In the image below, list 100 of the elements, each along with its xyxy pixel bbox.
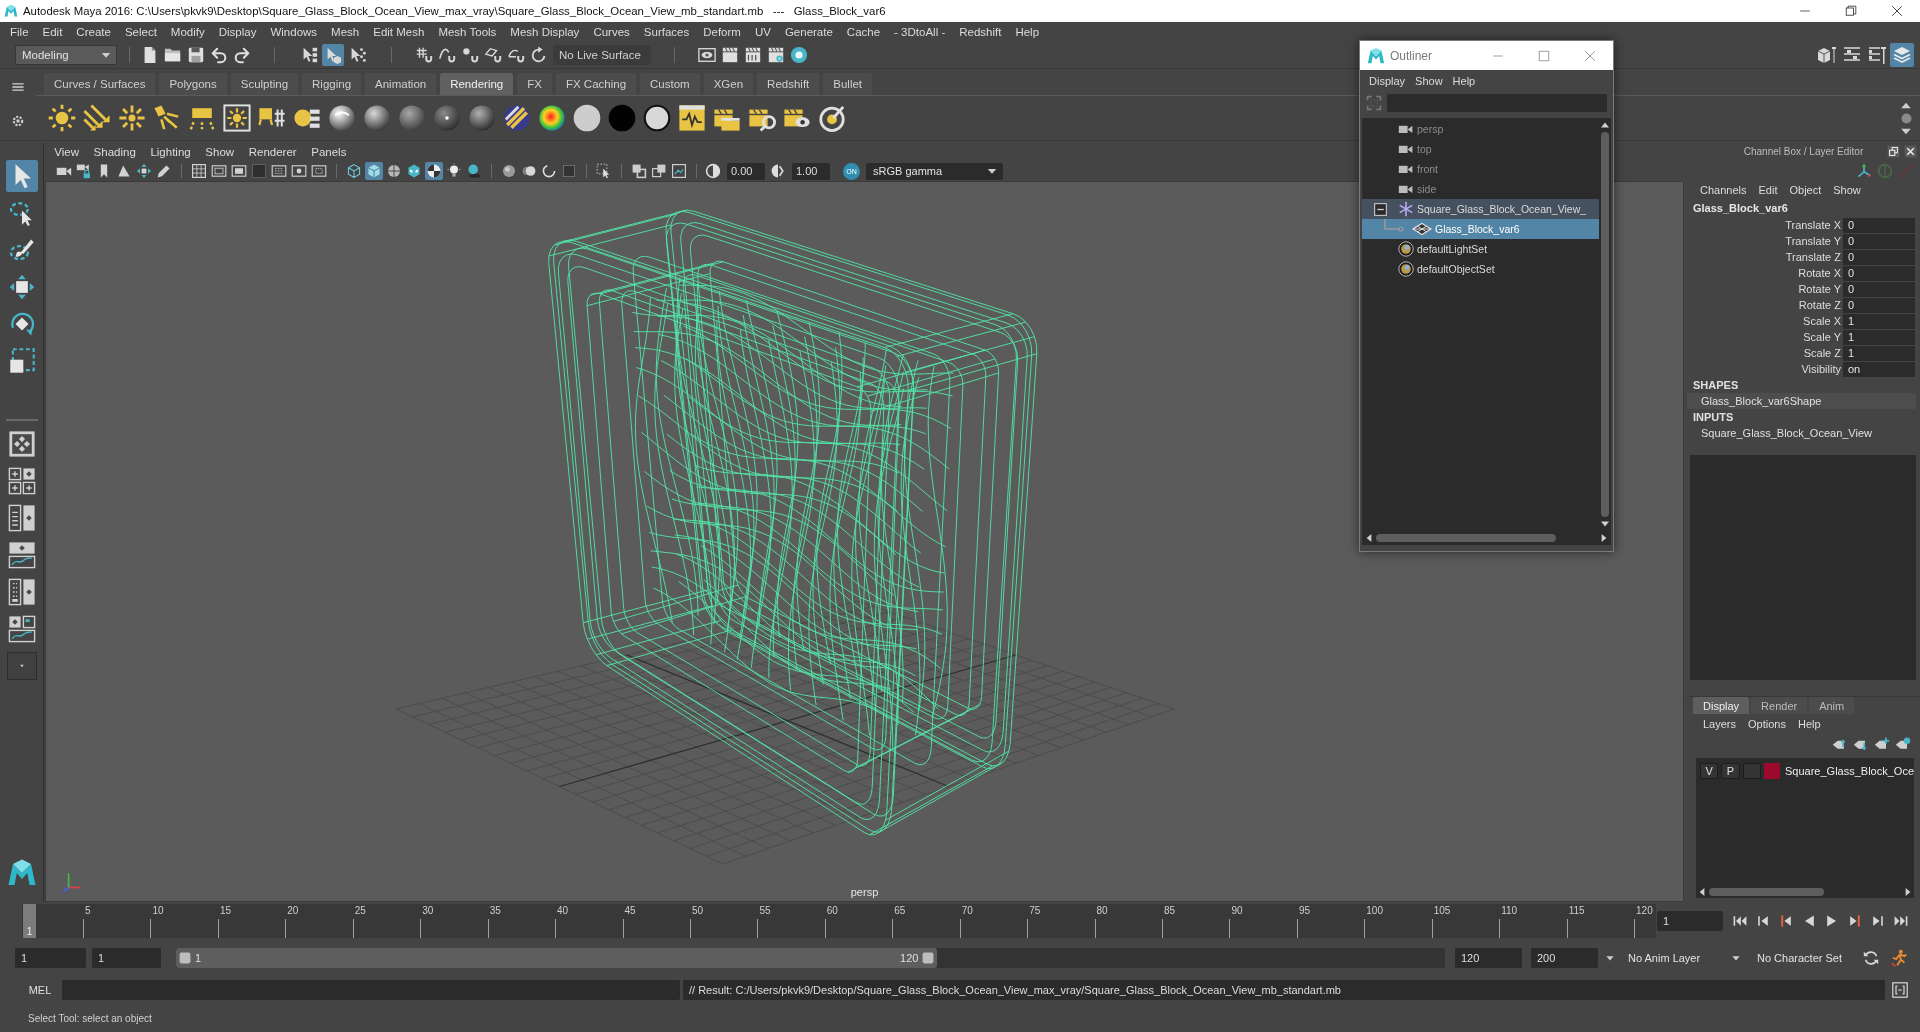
maximize-icon[interactable]: [1538, 49, 1550, 62]
layer-menu-item[interactable]: Options: [1742, 718, 1792, 730]
pan-arrows-icon[interactable]: [135, 162, 153, 180]
waveform-window-icon[interactable]: [678, 104, 706, 132]
outliner-menu-item[interactable]: Show: [1410, 75, 1448, 87]
shaded-sphere-icon[interactable]: [328, 104, 356, 132]
attribute-value-field[interactable]: 1: [1843, 329, 1915, 345]
search-field[interactable]: [1387, 94, 1607, 112]
wireframe-block-drawing[interactable]: [548, 209, 1038, 836]
wireframe-cube-icon[interactable]: [345, 162, 363, 180]
panel-menu-item[interactable]: Lighting: [143, 146, 198, 158]
shelf-tab[interactable]: FX Caching: [555, 73, 637, 95]
layer-color-swatch[interactable]: [1764, 763, 1780, 779]
attribute-label[interactable]: Scale Z: [1687, 347, 1843, 359]
clapperboard-gear-icon[interactable]: [767, 46, 785, 64]
shaded-cube-icon[interactable]: [365, 162, 383, 180]
filled-frame-icon[interactable]: [230, 162, 248, 180]
channel-menu-item[interactable]: Channels: [1694, 184, 1753, 196]
star-burst-icon[interactable]: [118, 104, 146, 132]
cursor-cube-icon[interactable]: [322, 44, 344, 66]
shaded-sphere-icon[interactable]: [468, 104, 496, 132]
parallel-arrows-icon[interactable]: [83, 104, 111, 132]
bracket-box-icon[interactable]: [1892, 982, 1908, 998]
grid-icon[interactable]: [190, 162, 208, 180]
attribute-label[interactable]: Translate Y: [1687, 235, 1843, 247]
step-forward-icon[interactable]: [1870, 913, 1886, 929]
attribute-label[interactable]: Scale Y: [1687, 331, 1843, 343]
attribute-value-field[interactable]: 0: [1843, 217, 1915, 233]
range-slider[interactable]: 1 120: [176, 948, 1445, 968]
vertical-scrollbar[interactable]: [1599, 118, 1611, 531]
layer-tab[interactable]: Anim: [1809, 697, 1855, 714]
scroll-right-icon[interactable]: [1904, 887, 1912, 897]
mode-dropdown[interactable]: Modeling: [15, 45, 117, 65]
sun-icon[interactable]: [48, 104, 76, 132]
outliner-menu-item[interactable]: Help: [1447, 75, 1481, 87]
menu-item[interactable]: Create: [69, 26, 118, 38]
folder-icon[interactable]: [164, 46, 182, 64]
plain-disc-icon[interactable]: [573, 104, 601, 132]
playback-end-field[interactable]: 120: [1455, 948, 1522, 968]
running-figure-icon[interactable]: [1890, 949, 1908, 967]
attribute-value-field[interactable]: 1: [1843, 313, 1915, 329]
channel-menu-item[interactable]: Edit: [1752, 184, 1784, 196]
shelf-tab[interactable]: Animation: [365, 73, 437, 95]
step-back-icon[interactable]: [1755, 913, 1771, 929]
attribute-label[interactable]: Rotate Y: [1687, 283, 1843, 295]
axes-icon[interactable]: [1856, 162, 1872, 179]
previous-key-icon[interactable]: [1778, 913, 1794, 929]
live-surface-field[interactable]: No Live Surface: [553, 45, 651, 65]
camera-padlock-icon[interactable]: [75, 162, 93, 180]
range-bar[interactable]: 1 120: [176, 948, 938, 968]
visibility-toggle[interactable]: V: [1700, 763, 1719, 779]
dotted-pane-icon[interactable]: [7, 578, 36, 606]
scroll-thumb[interactable]: [1601, 132, 1609, 517]
cycle-arrows-icon[interactable]: [1862, 949, 1880, 967]
attribute-value-field[interactable]: 0: [1843, 265, 1915, 281]
end-frame-field[interactable]: 200: [1531, 948, 1598, 968]
restore-icon[interactable]: [1845, 5, 1857, 17]
attribute-value-field[interactable]: 0: [1843, 249, 1915, 265]
menu-item[interactable]: Edit: [35, 26, 70, 38]
attribute-label[interactable]: Scale X: [1687, 315, 1843, 327]
channel-menu-item[interactable]: Object: [1783, 184, 1828, 196]
outliner-item[interactable]: defaultObjectSet: [1362, 259, 1599, 279]
stacked-pane-icon[interactable]: [7, 541, 36, 569]
settings-icon[interactable]: [11, 114, 25, 128]
panel-menu-item[interactable]: Shading: [86, 146, 144, 158]
shelf-tab[interactable]: Custom: [640, 73, 700, 95]
half-disc-chevron-icon[interactable]: [770, 163, 786, 179]
clapperboard-icon[interactable]: [721, 46, 739, 64]
outliner-item[interactable]: front: [1362, 159, 1599, 179]
menu-item[interactable]: Deform: [696, 26, 748, 38]
layer-menu-item[interactable]: Help: [1791, 718, 1827, 730]
striped-sphere-icon[interactable]: [503, 104, 531, 132]
horizontal-scrollbar[interactable]: [1362, 531, 1611, 545]
circular-arrow-icon[interactable]: [530, 46, 548, 64]
ringed-disc-icon[interactable]: [643, 104, 671, 132]
exposure-field[interactable]: 0.00: [727, 162, 765, 180]
time-slider[interactable]: 1 5 10 15 20 25 30 35 40 45 50 55 60 65 70 75 80 85 90 95 100 105 110 115 120: [22, 904, 1656, 938]
shelf-tab[interactable]: Bullet: [823, 73, 873, 95]
layer-name[interactable]: Square_Glass_Block_Oce: [1785, 765, 1914, 777]
point-magnet-icon[interactable]: [461, 46, 479, 64]
attribute-value-field[interactable]: 0: [1843, 233, 1915, 249]
input-node-item[interactable]: Square_Glass_Block_Ocean_View: [1687, 425, 1916, 441]
close-icon[interactable]: [1891, 5, 1903, 17]
plane-magnet-icon[interactable]: [484, 46, 502, 64]
wedge-plus-icon[interactable]: [1874, 736, 1890, 752]
range-handle-icon[interactable]: [922, 952, 935, 964]
attribute-value-field[interactable]: 1: [1843, 345, 1915, 361]
playback-toggle[interactable]: P: [1721, 763, 1740, 779]
outliner-item[interactable]: top: [1362, 139, 1599, 159]
attribute-label[interactable]: Visibility: [1687, 363, 1843, 375]
scroll-left-icon[interactable]: [1365, 533, 1373, 543]
start-frame-field[interactable]: 1: [15, 948, 86, 968]
textured-cube-icon[interactable]: [405, 162, 423, 180]
attribute-value-field[interactable]: 0: [1843, 297, 1915, 313]
attribute-value-field[interactable]: on: [1843, 361, 1915, 377]
current-frame-field[interactable]: 1: [1657, 911, 1723, 931]
clapperboard-bars-icon[interactable]: [744, 46, 762, 64]
object-name[interactable]: Glass_Block_var6: [1687, 199, 1920, 217]
menu-item[interactable]: Modify: [163, 26, 212, 38]
scroll-left-icon[interactable]: [1698, 887, 1706, 897]
